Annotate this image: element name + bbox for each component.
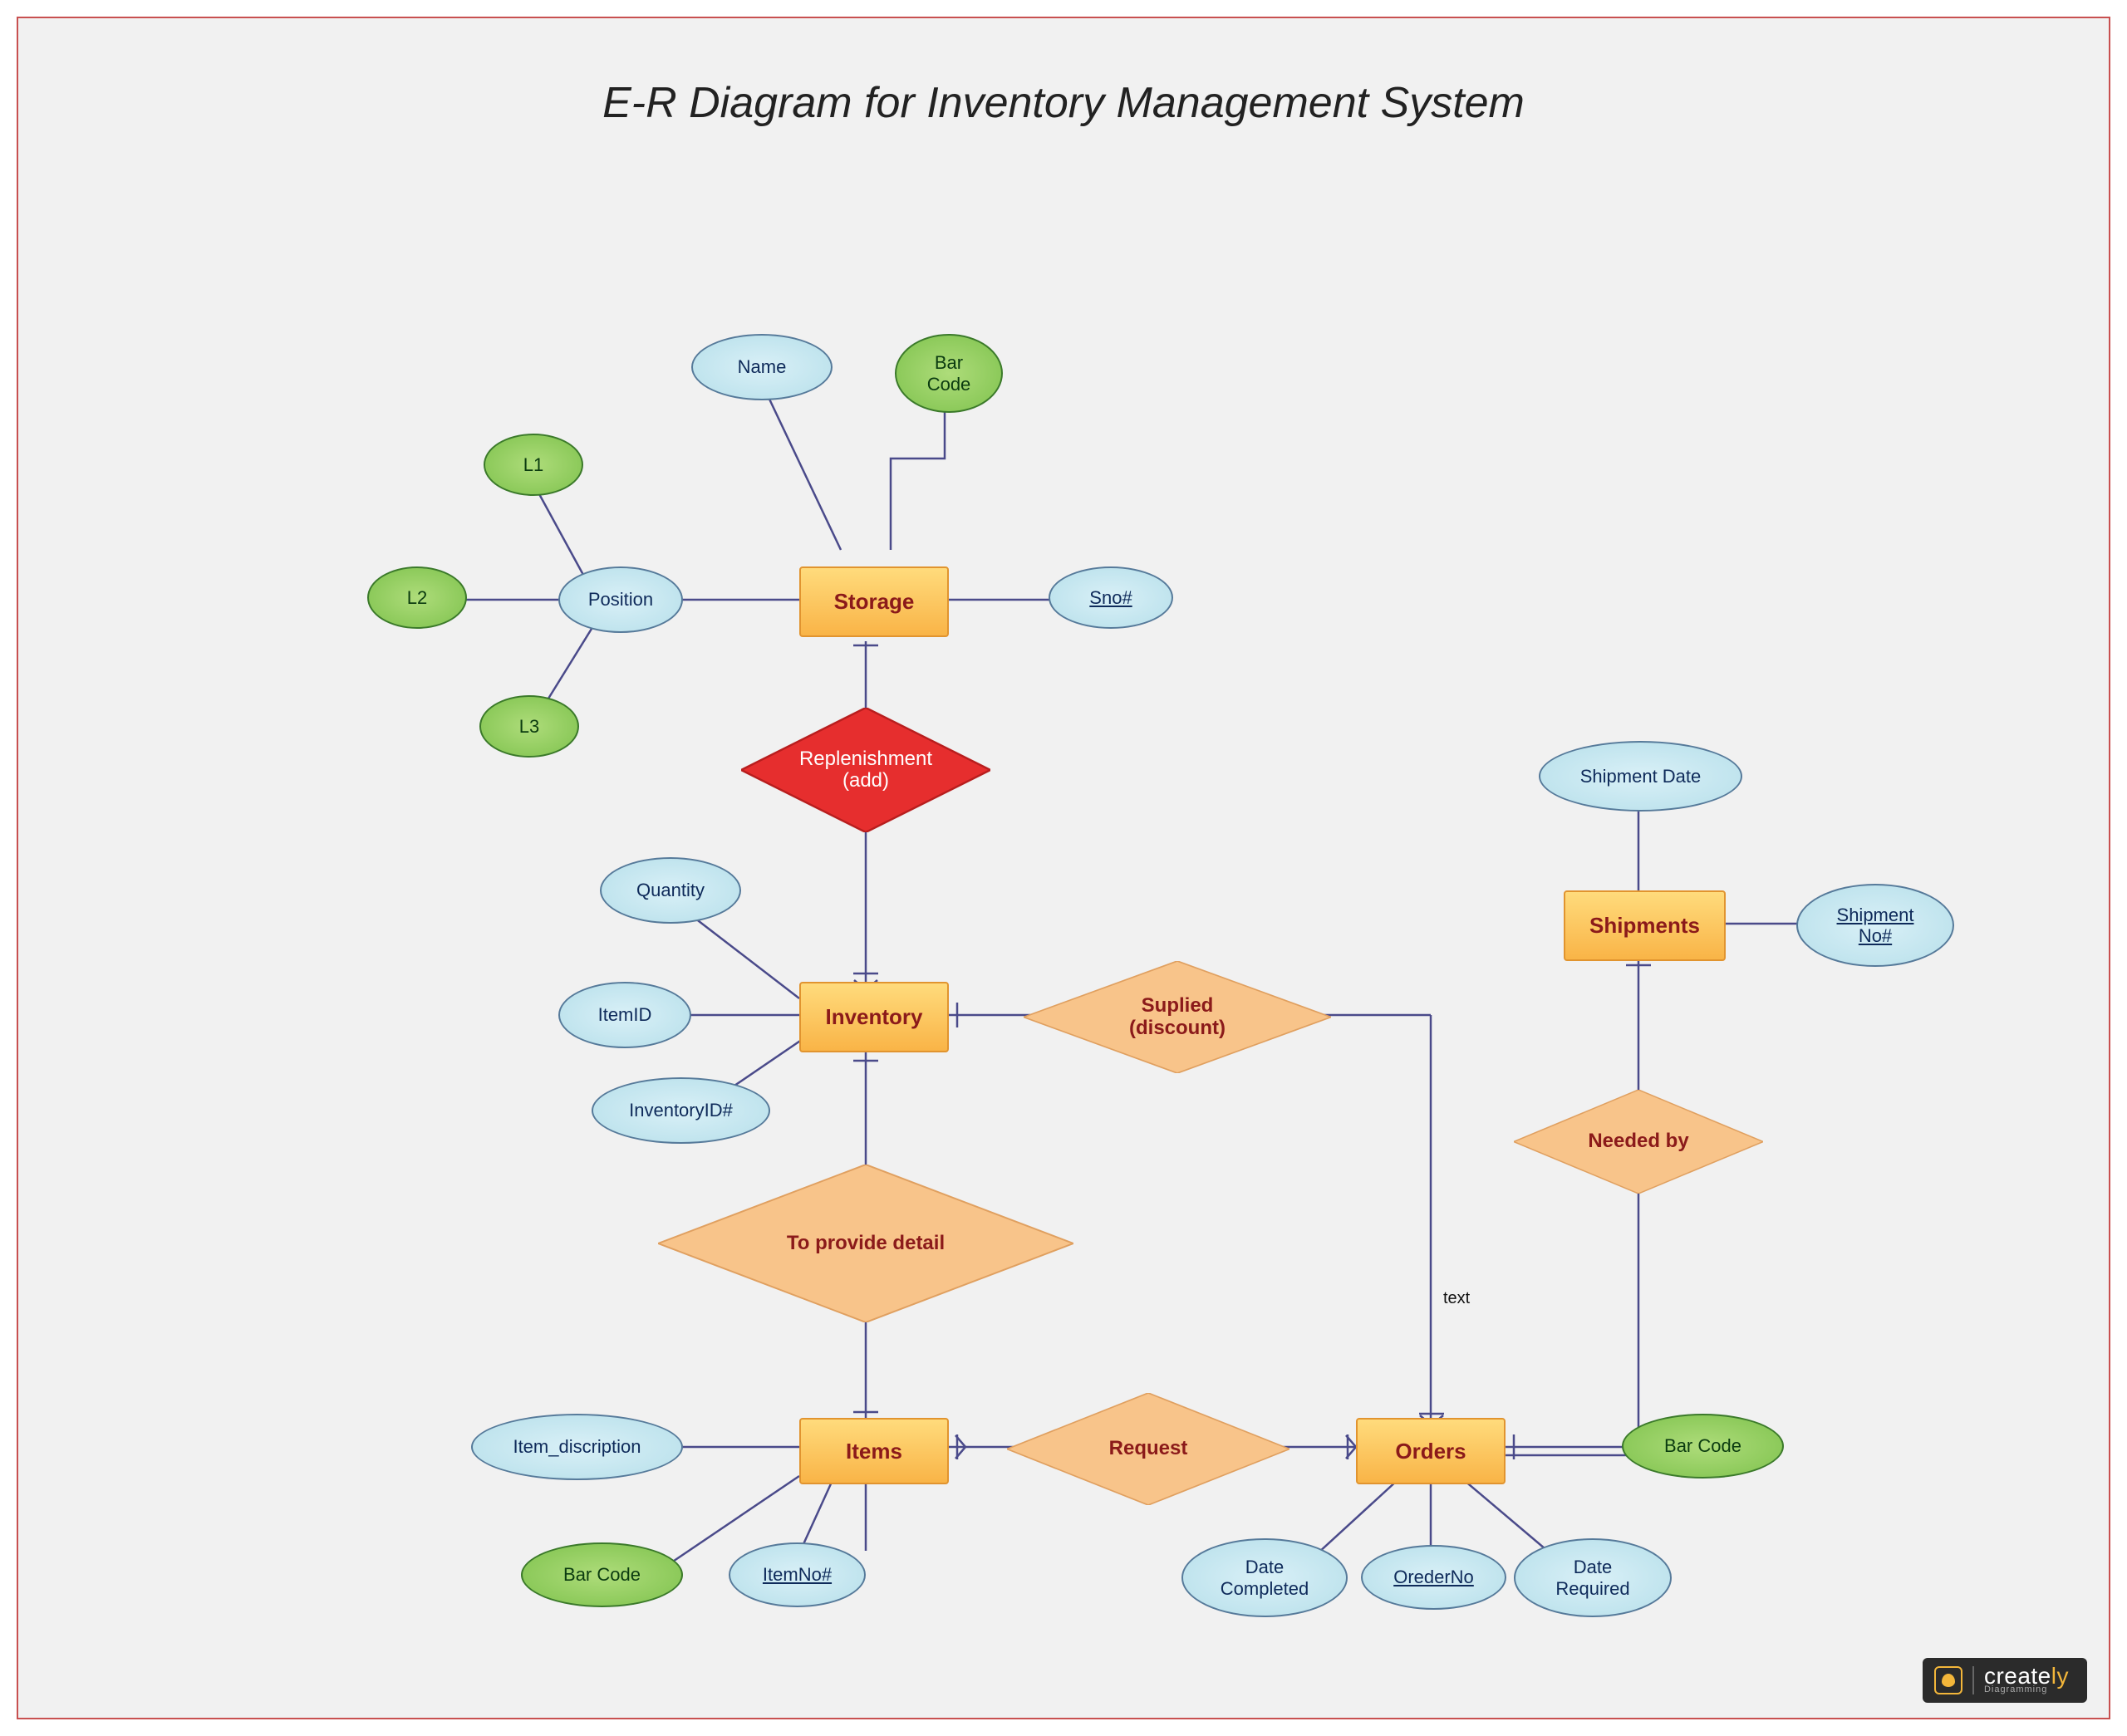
relationship-supplied-label: Suplied (discount) [1121,995,1234,1039]
attr-itemno: ItemNo# [729,1542,866,1607]
attr-quantity: Quantity [600,857,741,924]
attr-shipment-no: Shipment No# [1796,884,1954,967]
brand-name-b: ly [2051,1663,2069,1689]
attr-date-completed: Date Completed [1181,1538,1348,1617]
attr-inventoryid: InventoryID# [592,1077,770,1144]
attr-l1: L1 [484,434,583,496]
attr-sno: Sno# [1049,566,1173,629]
attr-l2: L2 [367,566,467,629]
attr-barcode-orders: Bar Code [1622,1414,1784,1479]
diagram-canvas: Storage Inventory Shipments Items Orders… [18,18,2109,1718]
attr-itemno-text: ItemNo# [763,1564,832,1585]
attr-shipment-date: Shipment Date [1539,741,1742,812]
attr-position: Position [558,566,683,633]
entity-orders: Orders [1356,1418,1506,1484]
attr-sno-text: Sno# [1089,587,1132,608]
entity-items: Items [799,1418,949,1484]
attr-orderno-text: OrederNo [1393,1567,1474,1587]
entity-storage: Storage [799,566,949,637]
entity-shipments: Shipments [1564,890,1726,961]
relationship-supplied: Suplied (discount) [1024,961,1331,1073]
attr-shipment-no-text: Shipment No# [1837,905,1914,947]
relationship-request-label: Request [1101,1438,1196,1459]
relationship-request: Request [1007,1393,1289,1505]
relationship-to-provide-detail: To provide detail [658,1165,1073,1322]
diagram-frame: E-R Diagram for Inventory Management Sys… [17,17,2110,1719]
entity-inventory: Inventory [799,982,949,1052]
relationship-replenishment: Replenishment (add) [741,708,990,832]
relationship-needed-by: Needed by [1514,1090,1763,1194]
relationship-to-provide-detail-label: To provide detail [779,1233,953,1254]
relationship-needed-by-label: Needed by [1579,1130,1697,1152]
attr-orderno: OrederNo [1361,1545,1506,1610]
relationship-replenishment-label: Replenishment (add) [791,748,941,792]
connector-label-text: text [1443,1289,1470,1308]
attr-barcode-items: Bar Code [521,1542,683,1607]
attr-item-description: Item_discription [471,1414,683,1480]
attr-l3: L3 [479,695,579,758]
attr-itemid: ItemID [558,982,691,1048]
creately-badge: creately Diagramming [1923,1658,2087,1703]
attr-name: Name [691,334,833,400]
bulb-icon [1934,1666,1962,1694]
attr-barcode-storage: Bar Code [895,334,1003,413]
attr-date-required: Date Required [1514,1538,1672,1617]
